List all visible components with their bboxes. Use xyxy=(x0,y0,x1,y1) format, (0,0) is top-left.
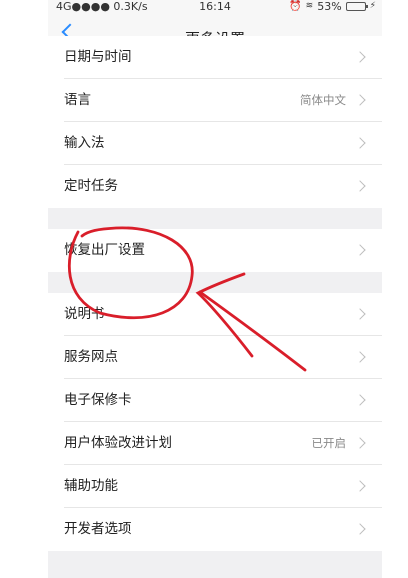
settings-row-label: 开发者选项 xyxy=(64,521,132,537)
settings-row-label: 输入法 xyxy=(64,135,105,151)
battery-icon xyxy=(345,2,368,11)
settings-row-value: 已开启 xyxy=(311,436,347,450)
settings-row-label: 语言 xyxy=(64,92,91,108)
group-gap xyxy=(48,208,382,229)
battery-percent: 53% xyxy=(317,0,342,13)
chevron-right-icon xyxy=(354,308,366,320)
settings-row-label: 日期与时间 xyxy=(64,49,132,65)
chevron-right-icon xyxy=(354,244,366,256)
settings-group: 日期与时间语言 简体中文输入法定时任务 xyxy=(48,36,382,208)
settings-row[interactable]: 日期与时间 xyxy=(48,36,382,79)
status-bar: 4G●●●● 0.3K/s 16:14 ⏰ ≋ 53% ⚡ xyxy=(48,0,382,13)
settings-group: 恢复出厂设置 xyxy=(48,229,382,272)
chevron-right-icon xyxy=(354,437,366,449)
phone-screen: 4G●●●● 0.3K/s 16:14 ⏰ ≋ 53% ⚡ 更多设置 日期与时间… xyxy=(48,0,382,578)
settings-row-label: 电子保修卡 xyxy=(64,392,132,408)
chevron-right-icon xyxy=(354,94,366,106)
chevron-right-icon xyxy=(354,137,366,149)
settings-list: 日期与时间语言 简体中文输入法定时任务恢复出厂设置 说明书服务网点电子保修卡用户体验… xyxy=(48,36,382,551)
settings-row-label: 定时任务 xyxy=(64,178,118,194)
settings-row[interactable]: 定时任务 xyxy=(48,165,382,208)
group-gap xyxy=(48,272,382,293)
chevron-right-icon xyxy=(354,351,366,363)
settings-row-label: 服务网点 xyxy=(64,349,118,365)
settings-row[interactable]: 恢复出厂设置 xyxy=(48,229,382,272)
wifi-icon: ≋ xyxy=(305,1,314,11)
settings-row[interactable]: 用户体验改进计划 已开启 xyxy=(48,422,382,465)
settings-row[interactable]: 语言 简体中文 xyxy=(48,79,382,122)
settings-row[interactable]: 说明书 xyxy=(48,293,382,336)
chevron-right-icon xyxy=(354,523,366,535)
settings-row-label: 用户体验改进计划 xyxy=(64,435,172,451)
settings-row-label: 辅助功能 xyxy=(64,478,118,494)
chevron-right-icon xyxy=(354,180,366,192)
status-right: ⏰ ≋ 53% ⚡ xyxy=(289,0,376,13)
alarm-icon: ⏰ xyxy=(289,1,302,12)
settings-group: 说明书服务网点电子保修卡用户体验改进计划 已开启辅助功能开发者选项 xyxy=(48,293,382,551)
settings-row[interactable]: 辅助功能 xyxy=(48,465,382,508)
charging-icon: ⚡ xyxy=(369,1,376,11)
settings-row[interactable]: 输入法 xyxy=(48,122,382,165)
chevron-right-icon xyxy=(354,480,366,492)
settings-row-value: 简体中文 xyxy=(300,93,346,107)
settings-row-label: 恢复出厂设置 xyxy=(64,242,145,258)
chevron-right-icon xyxy=(354,51,366,63)
settings-row[interactable]: 开发者选项 xyxy=(48,508,382,551)
chevron-right-icon xyxy=(354,394,366,406)
settings-row[interactable]: 服务网点 xyxy=(48,336,382,379)
settings-row[interactable]: 电子保修卡 xyxy=(48,379,382,422)
settings-row-label: 说明书 xyxy=(64,306,105,322)
